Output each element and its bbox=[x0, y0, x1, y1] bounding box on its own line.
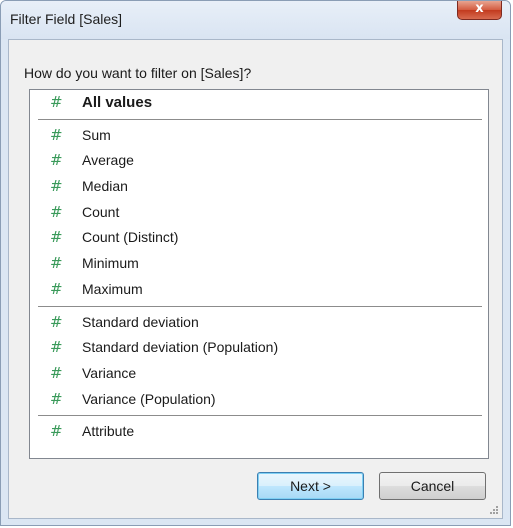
group-divider bbox=[38, 305, 482, 307]
list-item[interactable]: # Attribute bbox=[30, 419, 488, 445]
hash-icon: # bbox=[50, 363, 63, 382]
group-divider bbox=[38, 118, 482, 120]
dialog-body: How do you want to filter on [Sales]? # A… bbox=[8, 39, 503, 519]
next-button[interactable]: Next > bbox=[257, 472, 364, 500]
aggregation-listbox[interactable]: # All values # Sum # Average # Median # Count # Cou… bbox=[29, 89, 489, 459]
list-item-label: Minimum bbox=[82, 255, 139, 272]
hash-icon: # bbox=[50, 389, 63, 408]
option-group: # Sum # Average # Median # Count # Count (Distinc… bbox=[30, 123, 488, 303]
list-item-label: Count bbox=[82, 203, 120, 220]
hash-icon: # bbox=[50, 125, 63, 144]
hash-icon: # bbox=[50, 279, 63, 298]
dialog-title: Filter Field [Sales] bbox=[10, 11, 123, 27]
hash-icon: # bbox=[50, 228, 63, 247]
list-item-label: Attribute bbox=[82, 423, 135, 440]
list-item-label: Variance bbox=[82, 364, 137, 381]
list-item[interactable]: # Count (Distinct) bbox=[30, 225, 488, 251]
hash-icon: # bbox=[50, 93, 63, 111]
list-item-label: Standard deviation (Population) bbox=[82, 339, 279, 356]
option-group: # Attribute bbox=[30, 419, 488, 445]
list-item-label: Average bbox=[82, 152, 134, 169]
filter-prompt: How do you want to filter on [Sales]? bbox=[24, 65, 252, 81]
list-item-label: Sum bbox=[82, 126, 111, 143]
list-item-label: Count (Distinct) bbox=[82, 229, 179, 246]
hash-icon: # bbox=[50, 151, 63, 170]
list-item[interactable]: # Variance (Population) bbox=[30, 387, 488, 413]
close-button[interactable]: x bbox=[457, 1, 502, 20]
list-item[interactable]: # All values bbox=[30, 90, 488, 116]
list-item[interactable]: # Count bbox=[30, 200, 488, 226]
list-item[interactable]: # Minimum bbox=[30, 251, 488, 277]
hash-icon: # bbox=[50, 312, 63, 331]
title-bar: Filter Field [Sales] x bbox=[1, 1, 510, 39]
hash-icon: # bbox=[50, 338, 63, 357]
list-item[interactable]: # Median bbox=[30, 174, 488, 200]
list-item-label: Standard deviation bbox=[82, 313, 199, 330]
hash-icon: # bbox=[50, 202, 63, 221]
list-item-label: All values bbox=[82, 94, 153, 111]
option-group: # All values bbox=[30, 90, 488, 116]
list-item-label: Median bbox=[82, 178, 128, 195]
list-item-label: Variance (Population) bbox=[82, 390, 216, 407]
option-group: # Standard deviation # Standard deviation (… bbox=[30, 310, 488, 413]
list-item[interactable]: # Standard deviation bbox=[30, 310, 488, 336]
group-divider bbox=[38, 415, 482, 417]
list-item[interactable]: # Variance bbox=[30, 361, 488, 387]
list-item[interactable]: # Maximum bbox=[30, 277, 488, 303]
hash-icon: # bbox=[50, 422, 63, 441]
cancel-button[interactable]: Cancel bbox=[379, 472, 486, 500]
close-icon: x bbox=[475, 1, 484, 16]
hash-icon: # bbox=[50, 177, 63, 196]
list-item[interactable]: # Average bbox=[30, 148, 488, 174]
resize-grip[interactable] bbox=[488, 504, 498, 514]
filter-field-dialog: Filter Field [Sales] x How do you want t… bbox=[0, 0, 511, 526]
hash-icon: # bbox=[50, 254, 63, 273]
list-item-label: Maximum bbox=[82, 280, 143, 297]
list-item[interactable]: # Sum bbox=[30, 123, 488, 149]
list-item[interactable]: # Standard deviation (Population) bbox=[30, 335, 488, 361]
